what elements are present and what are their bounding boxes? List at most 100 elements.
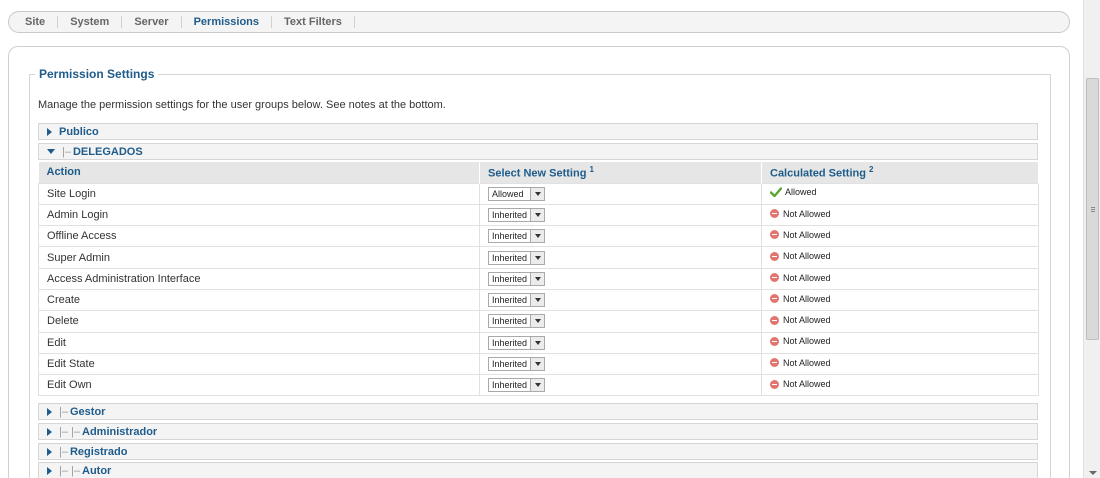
calculated-cell: Not Allowed xyxy=(761,310,1039,333)
group-header-autor[interactable]: |– |– Autor xyxy=(38,462,1038,478)
chevron-down-icon[interactable] xyxy=(530,294,544,307)
select-cell: Inherited xyxy=(479,331,762,354)
table-row: Edit Own Inherited Not Allowed xyxy=(38,374,1039,397)
chevron-down-icon[interactable] xyxy=(530,379,544,392)
setting-select[interactable]: Inherited xyxy=(488,293,545,308)
chevron-down-icon[interactable] xyxy=(530,230,544,243)
action-cell: Site Login xyxy=(38,182,480,205)
chevron-down-icon[interactable] xyxy=(530,251,544,264)
header-calculated-setting: Calculated Setting 2 xyxy=(761,162,1039,183)
group-label: Autor xyxy=(82,464,112,477)
setting-select[interactable]: Inherited xyxy=(488,271,545,286)
intro-text: Manage the permission settings for the u… xyxy=(38,99,446,111)
select-cell: Inherited xyxy=(479,288,762,311)
table-row: Super Admin Inherited Not Allowed xyxy=(38,246,1039,269)
scrollbar-thumb[interactable] xyxy=(1086,78,1099,340)
not-allowed-icon xyxy=(770,209,779,219)
header-select-label: Select New Setting xyxy=(488,167,587,180)
chevron-down-icon[interactable] xyxy=(530,272,544,285)
table-row: Access Administration Interface Inherited… xyxy=(38,267,1039,290)
setting-select[interactable]: Inherited xyxy=(488,207,545,222)
collapse-arrow-icon xyxy=(47,149,55,154)
setting-select[interactable]: Inherited xyxy=(488,229,545,244)
tree-indent: |– xyxy=(59,405,68,418)
settings-tab-bar: Site System Server Permissions Text Filt… xyxy=(8,11,1070,33)
expand-arrow-icon xyxy=(47,407,52,416)
group-header-gestor[interactable]: |– Gestor xyxy=(38,403,1038,420)
action-cell: Edit Own xyxy=(38,374,480,397)
table-row: Create Inherited Not Allowed xyxy=(38,288,1039,311)
setting-select[interactable]: Inherited xyxy=(488,250,545,265)
action-cell: Admin Login xyxy=(38,203,480,226)
calculated-setting: Not Allowed xyxy=(770,358,831,368)
tab-permissions[interactable]: Permissions xyxy=(182,16,273,28)
setting-select-value: Inherited xyxy=(492,380,528,391)
setting-select[interactable]: Inherited xyxy=(488,357,545,372)
setting-select-value: Inherited xyxy=(492,295,528,306)
chevron-down-icon[interactable] xyxy=(530,336,544,349)
group-label: Registrado xyxy=(69,445,128,458)
tab-site[interactable]: Site xyxy=(25,16,59,28)
tab-text-filters[interactable]: Text Filters xyxy=(272,16,355,28)
tree-indent: |– xyxy=(62,145,71,158)
calculated-setting: Not Allowed xyxy=(770,379,831,389)
setting-select[interactable]: Allowed xyxy=(488,186,545,201)
calculated-setting: Not Allowed xyxy=(770,209,831,219)
calculated-cell: Not Allowed xyxy=(761,288,1039,311)
setting-select[interactable]: Inherited xyxy=(488,378,545,393)
calculated-cell: Not Allowed xyxy=(761,352,1039,375)
table-row: Admin Login Inherited Not Allowed xyxy=(38,203,1039,226)
calculated-cell: Not Allowed xyxy=(761,203,1039,226)
group-label: Gestor xyxy=(69,405,106,418)
calculated-cell: Not Allowed xyxy=(761,267,1039,290)
calculated-setting: Not Allowed xyxy=(770,336,831,346)
select-cell: Allowed xyxy=(479,182,762,205)
group-header-administrador[interactable]: |– |– Administrador xyxy=(38,423,1038,440)
action-cell: Edit State xyxy=(38,352,480,375)
chevron-down-icon[interactable] xyxy=(530,315,544,328)
calculated-setting: Not Allowed xyxy=(770,273,831,283)
not-allowed-icon xyxy=(770,273,779,283)
header-calc-label: Calculated Setting xyxy=(770,167,866,180)
table-row: Edit State Inherited Not Allowed xyxy=(38,352,1039,375)
group-header-registrado[interactable]: |– Registrado xyxy=(38,443,1038,460)
table-header-row: Action Select New Setting 1 Calculated S… xyxy=(38,162,1039,183)
setting-select-value: Inherited xyxy=(492,209,528,220)
chevron-down-icon[interactable] xyxy=(530,208,544,221)
chevron-down-icon[interactable] xyxy=(530,358,544,371)
action-cell: Offline Access xyxy=(38,225,480,247)
calculated-label: Not Allowed xyxy=(783,336,831,347)
select-cell: Inherited xyxy=(479,267,762,290)
chevron-down-icon[interactable] xyxy=(530,187,544,200)
calculated-label: Not Allowed xyxy=(783,293,831,304)
tab-server[interactable]: Server xyxy=(122,16,182,28)
grip-icon xyxy=(1091,207,1095,208)
section-legend: Permission Settings xyxy=(35,67,159,81)
setting-select-value: Inherited xyxy=(492,316,528,327)
setting-select[interactable]: Inherited xyxy=(488,335,545,350)
calculated-label: Not Allowed xyxy=(783,229,831,240)
footnote-2: 2 xyxy=(869,164,874,174)
group-label: Publico xyxy=(59,125,99,138)
action-cell: Create xyxy=(38,288,480,311)
tree-indent: |– |– xyxy=(59,464,81,477)
group-header-publico[interactable]: Publico xyxy=(38,123,1038,140)
select-cell: Inherited xyxy=(479,310,762,333)
header-action: Action xyxy=(38,162,480,183)
header-select-new-setting: Select New Setting 1 xyxy=(479,162,762,183)
setting-select[interactable]: Inherited xyxy=(488,314,545,329)
calculated-cell: Not Allowed xyxy=(761,246,1039,269)
expand-arrow-icon xyxy=(47,447,52,456)
action-cell: Super Admin xyxy=(38,246,480,269)
vertical-scrollbar[interactable] xyxy=(1083,0,1100,478)
check-icon xyxy=(770,187,782,198)
not-allowed-icon xyxy=(770,294,779,304)
tab-system[interactable]: System xyxy=(58,16,123,28)
calculated-label: Allowed xyxy=(785,187,817,198)
table-row: Site Login Allowed Allowed xyxy=(38,182,1039,205)
calculated-setting: Allowed xyxy=(770,187,817,198)
action-cell: Edit xyxy=(38,331,480,354)
scroll-down-arrow-icon[interactable] xyxy=(1089,471,1097,475)
group-header-delegados[interactable]: |– DELEGADOS xyxy=(38,143,1038,160)
setting-select-value: Allowed xyxy=(492,188,524,199)
